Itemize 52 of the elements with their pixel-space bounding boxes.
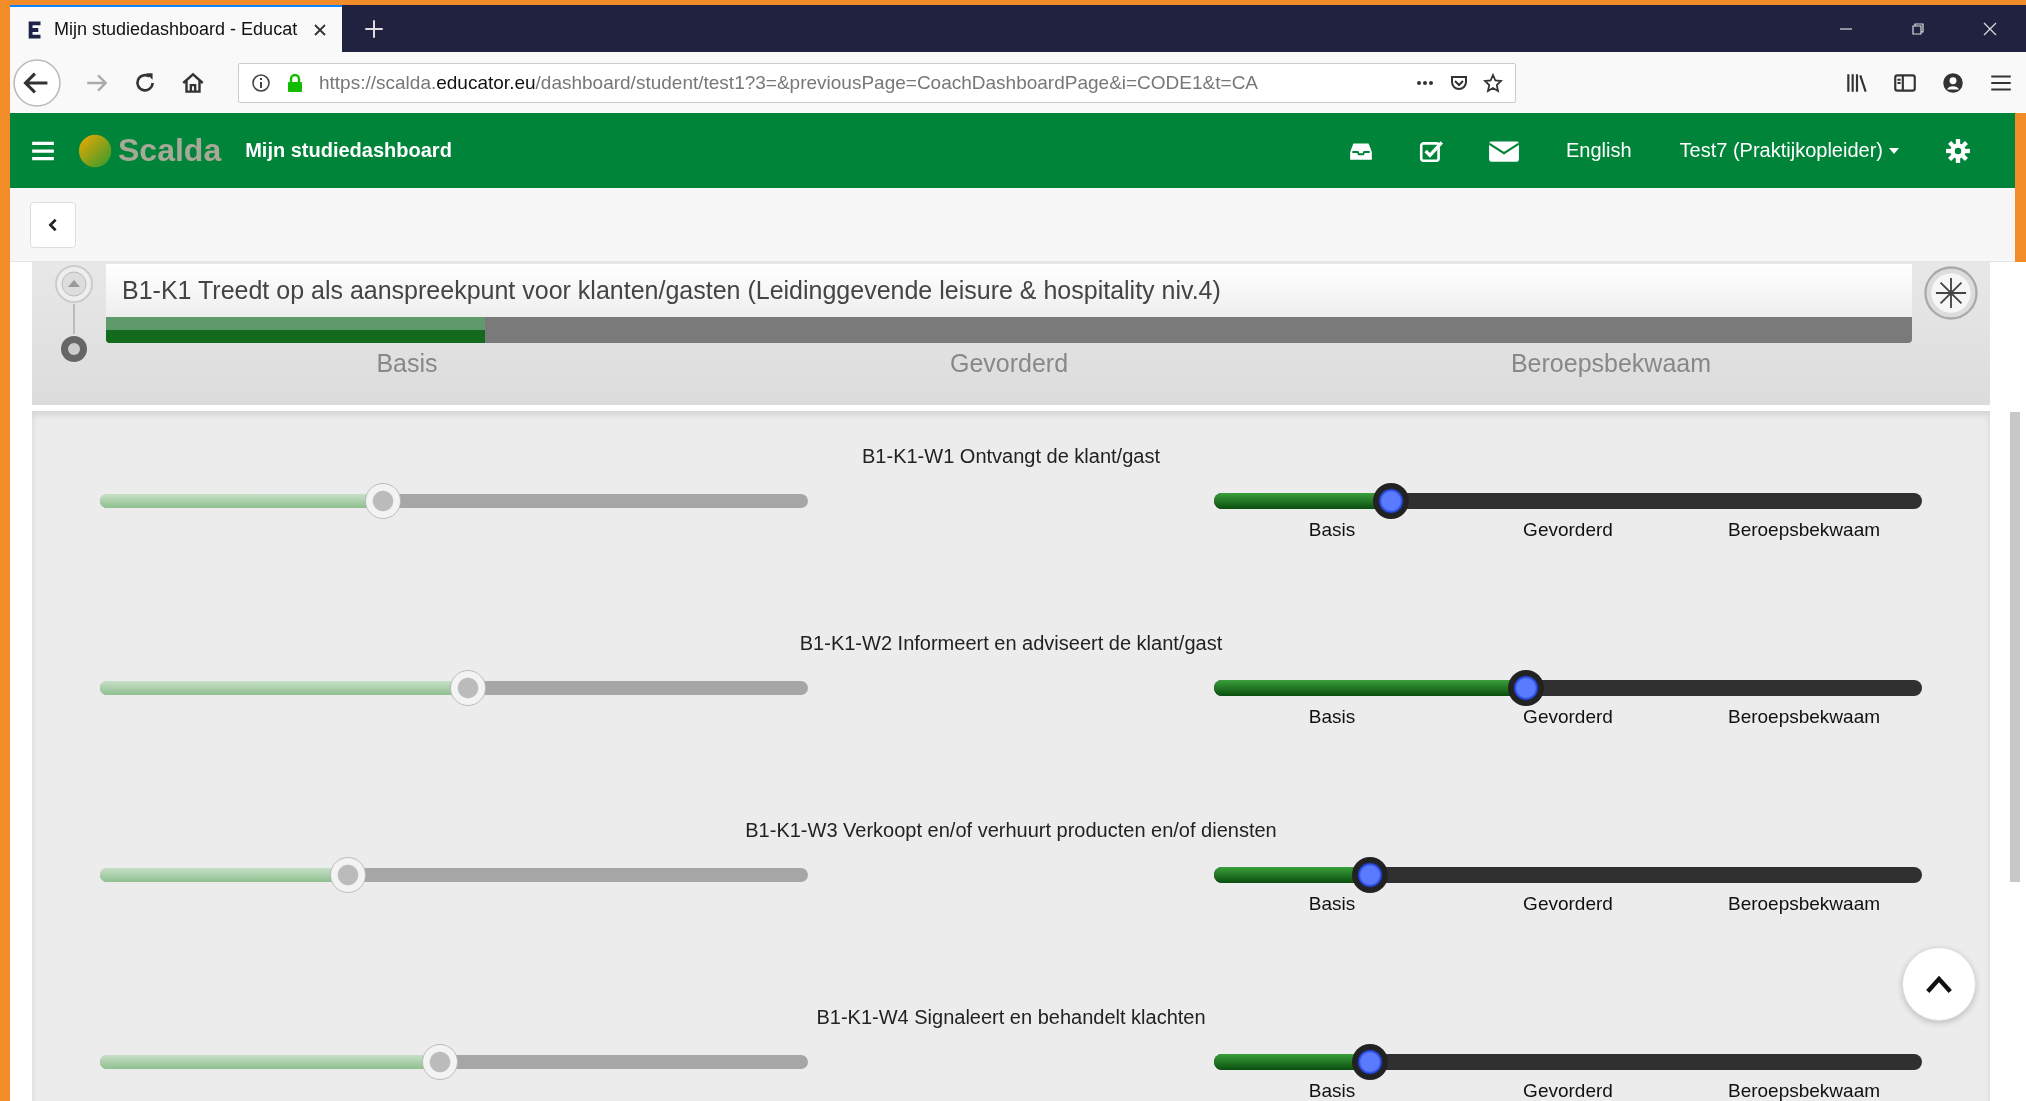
url-text: https://scalda.educator.eu/dashboard/student/test1?3=&previousPage=CoachDashboardPage&i=CODE1&t=CA <box>319 71 1260 94</box>
position-dot-icon <box>59 334 89 364</box>
work-process-title: B1-K1-W1 Ontvangt de klant/gast <box>861 444 1161 468</box>
slider-thumb[interactable] <box>450 670 487 706</box>
info-icon[interactable] <box>251 72 271 93</box>
slider-thumb[interactable] <box>329 857 366 893</box>
scroll-to-top-button[interactable] <box>1902 947 1976 1021</box>
work-process-title: B1-K1-W4 Signaleert en behandelt klachten <box>815 1005 1207 1029</box>
logo-text: Scalda <box>118 132 222 169</box>
chevron-up-icon <box>1924 974 1954 994</box>
caret-icon <box>1889 147 1899 154</box>
chevron-left-icon <box>48 217 58 232</box>
tab-title: Mijn studiedashboard - Educat <box>54 19 299 40</box>
scale-label: Basis <box>1307 706 1357 728</box>
scale-label: Beroepsbekwaam <box>1509 349 1713 378</box>
slider-thumb[interactable] <box>1351 1044 1388 1080</box>
scale-label: Gevorderd <box>1522 1080 1614 1101</box>
scale-label: Beroepsbekwaam <box>1726 893 1882 915</box>
slider-thumb[interactable] <box>1351 857 1388 893</box>
scale-label: Basis <box>1307 1080 1357 1101</box>
scale-label: Beroepsbekwaam <box>1726 1080 1882 1101</box>
scale-label: Basis <box>1307 519 1357 541</box>
slider-thumb[interactable] <box>1507 670 1544 706</box>
close-icon[interactable] <box>1982 20 1998 37</box>
browser-tab[interactable]: Mijn studiedashboard - Educat <box>10 5 342 52</box>
restore-icon[interactable] <box>1910 20 1926 37</box>
app-title: Mijn studiedashboard <box>245 139 452 162</box>
scale-label: Basis <box>375 349 439 378</box>
back-icon[interactable] <box>12 57 62 108</box>
scale-label: Gevorderd <box>948 349 1070 378</box>
slider-thumb[interactable] <box>1373 483 1409 519</box>
user-menu[interactable]: Test7 (Praktijkopleider) <box>1679 139 1899 162</box>
scale-label: Gevorderd <box>1522 893 1614 915</box>
address-bar[interactable]: https://scalda.educator.eu/dashboard/student/test1?3=&previousPage=CoachDashboardPage&i=CODE1&t=CA <box>238 62 1516 103</box>
asterisk-button-icon[interactable] <box>1922 264 1980 322</box>
lock-icon <box>285 72 305 93</box>
scrollbar[interactable] <box>2010 412 2020 882</box>
slider-thumb[interactable] <box>365 483 402 519</box>
language-link[interactable]: English <box>1565 139 1632 162</box>
competency-title: B1-K1 Treedt op als aanspreekpunt voor klanten/gasten (Leidinggevende leisure & hospitality niv.4) <box>106 264 1912 317</box>
scale-label: Beroepsbekwaam <box>1726 706 1882 728</box>
work-process-title: B1-K1-W3 Verkoopt en/of verhuurt producten en/of diensten <box>744 818 1278 842</box>
scale-label: Basis <box>1307 893 1357 915</box>
scale-label: Gevorderd <box>1522 706 1614 728</box>
slider-thumb[interactable] <box>421 1044 458 1080</box>
settings-icon[interactable] <box>1945 137 1971 164</box>
star-icon[interactable] <box>1483 72 1503 93</box>
work-process-title: B1-K1-W2 Informeert en adviseert de klant/gast <box>798 631 1224 655</box>
scale-label: Gevorderd <box>1522 519 1614 541</box>
new-tab-icon[interactable] <box>364 18 384 39</box>
close-icon[interactable] <box>312 21 328 38</box>
scale-label: Beroepsbekwaam <box>1726 519 1882 541</box>
